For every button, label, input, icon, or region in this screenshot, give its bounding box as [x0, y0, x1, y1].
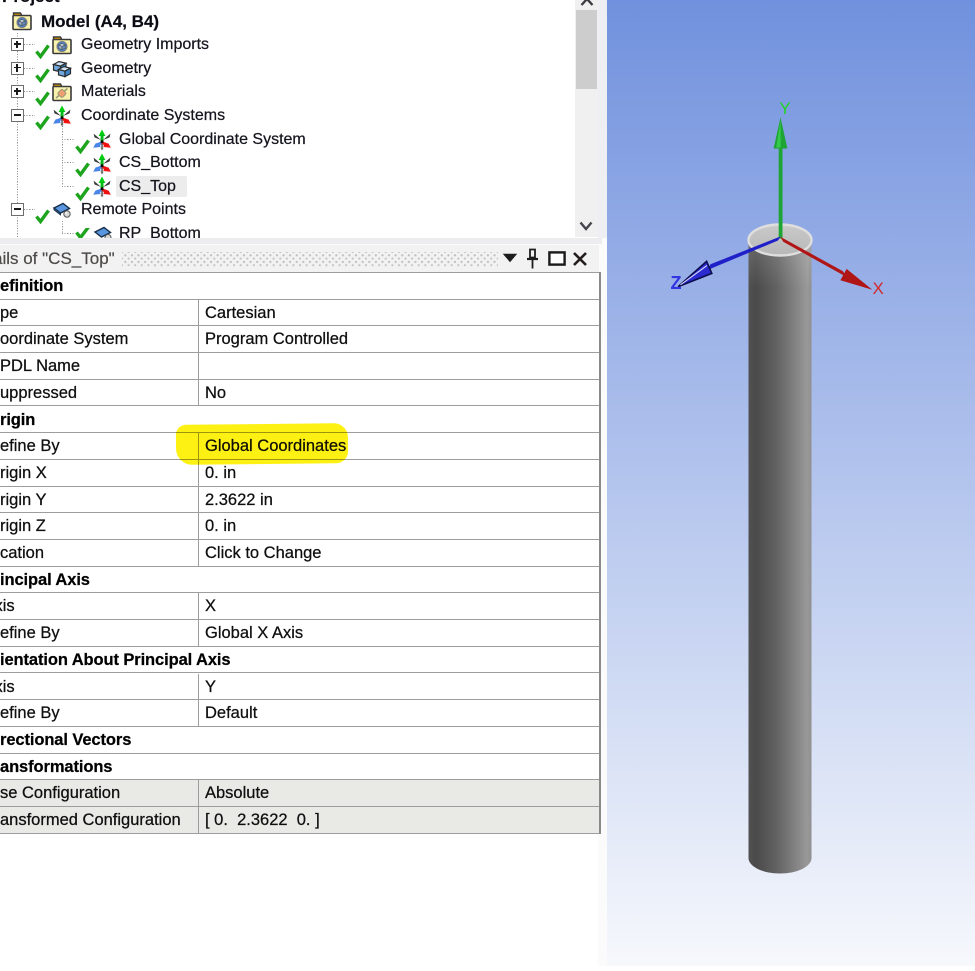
svg-text:Y: Y — [780, 100, 791, 118]
svg-text:Z: Z — [671, 273, 682, 293]
svg-text:X: X — [873, 279, 884, 298]
